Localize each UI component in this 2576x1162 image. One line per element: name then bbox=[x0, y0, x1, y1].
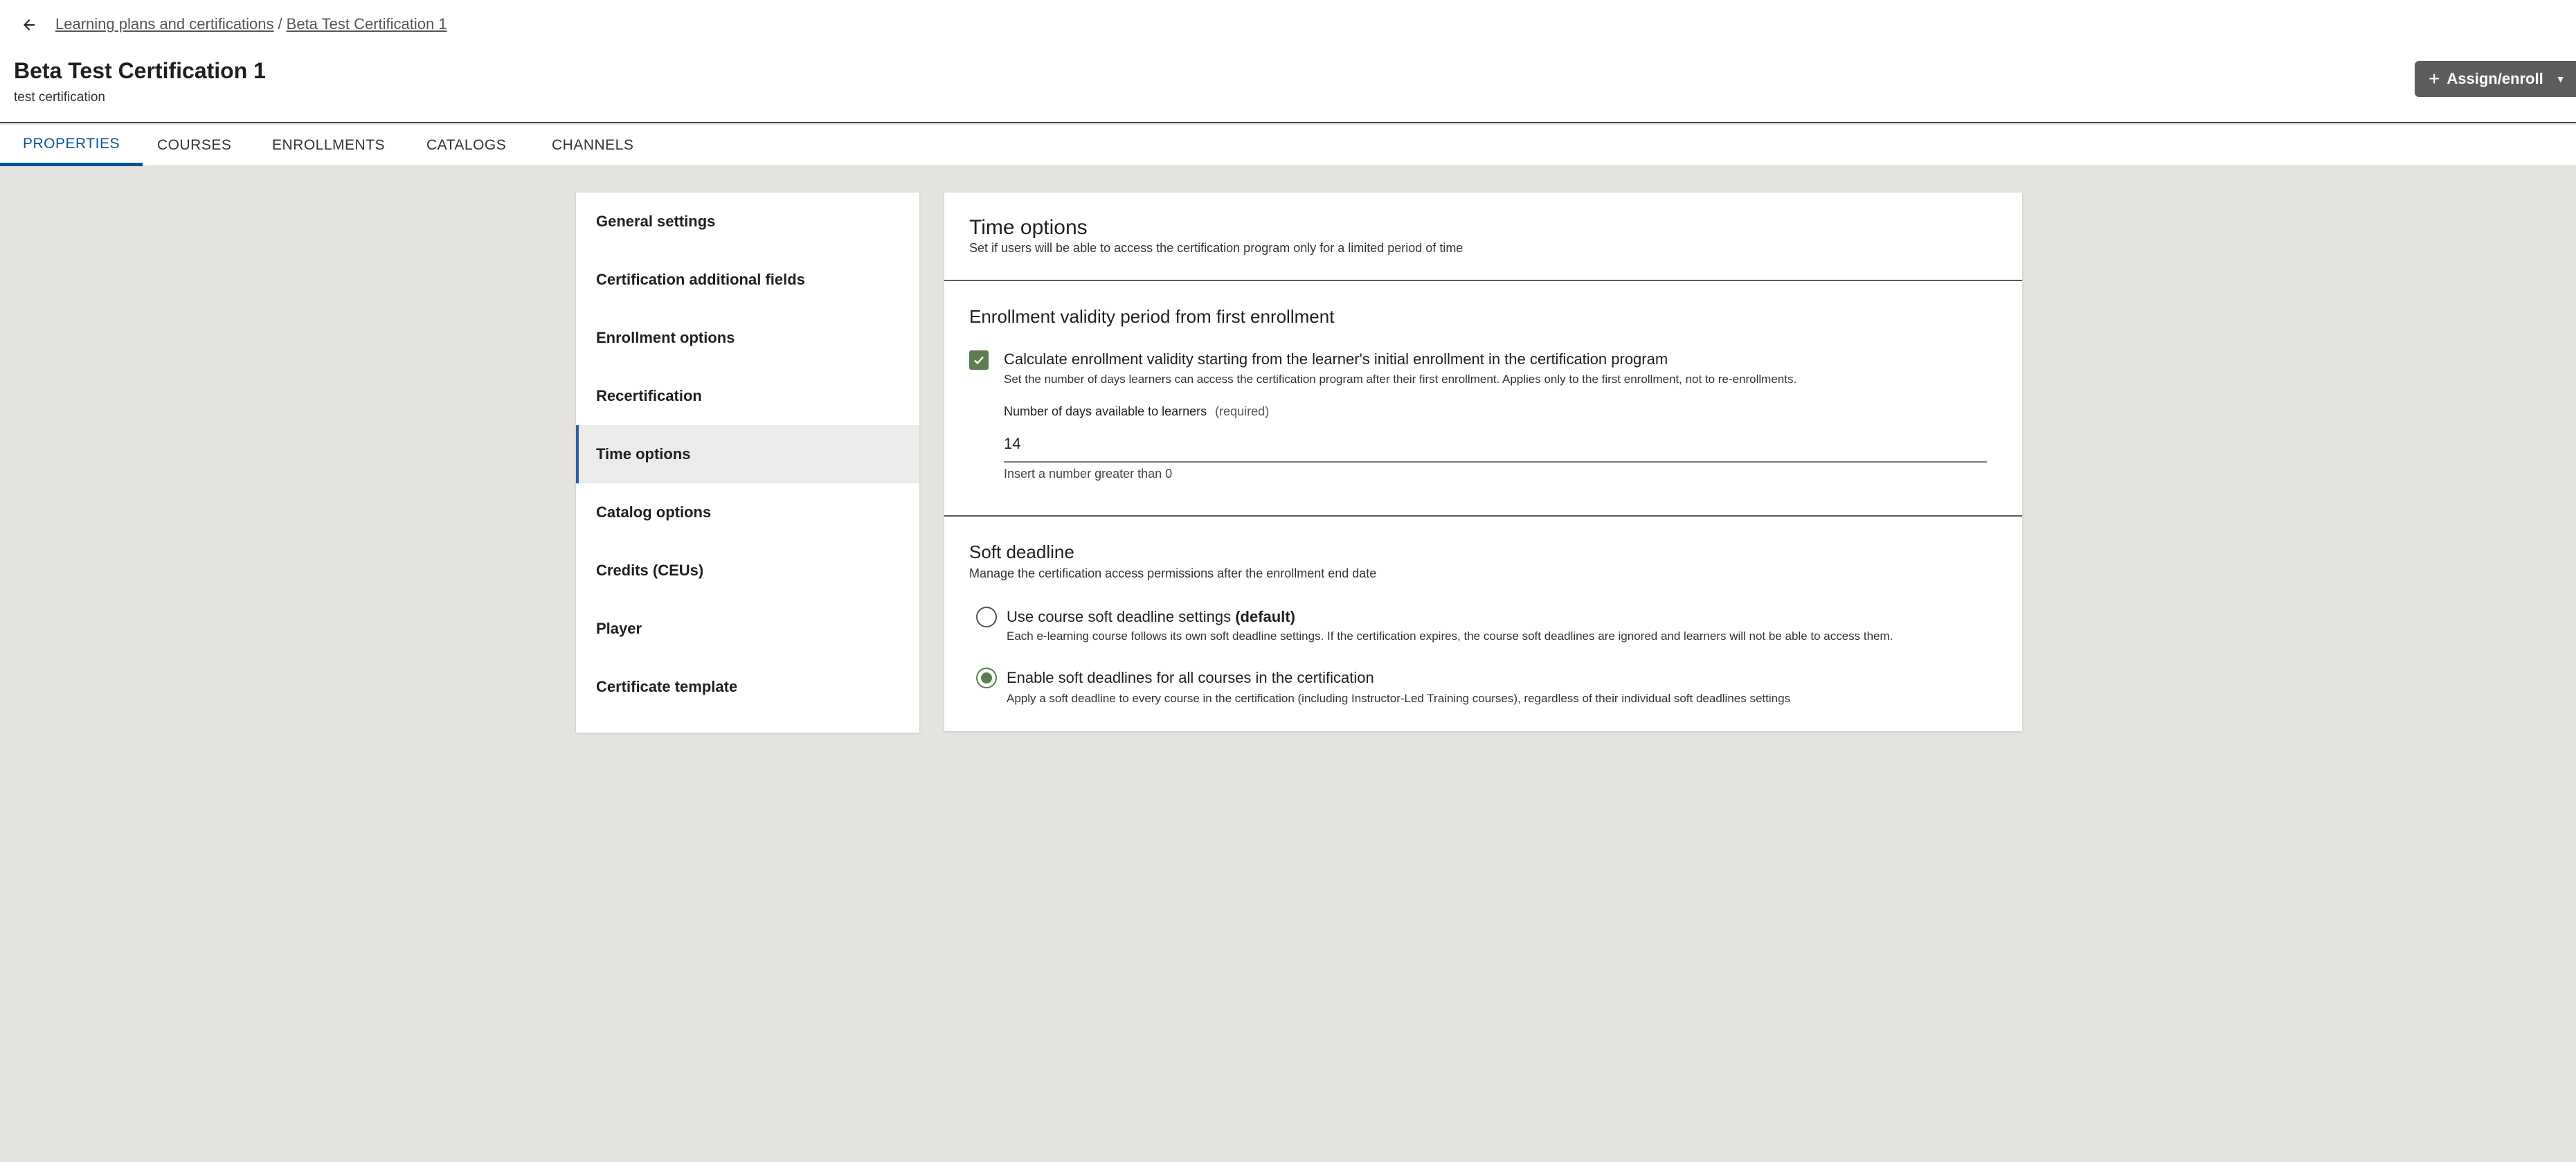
nav-item-additional-fields[interactable]: Certification additional fields bbox=[576, 251, 919, 309]
radio-option1-desc: Each e-learning course follows its own s… bbox=[1007, 629, 1893, 643]
soft-deadline-subtitle: Manage the certification access permissi… bbox=[969, 566, 1377, 580]
nav-item-player[interactable]: Player bbox=[576, 600, 919, 658]
radio-option1-suffix: (default) bbox=[1235, 608, 1295, 625]
radio-selected-dot bbox=[981, 672, 992, 683]
radio-course-soft-deadline[interactable] bbox=[976, 607, 997, 627]
caret-down-icon: ▼ bbox=[2555, 73, 2566, 84]
required-marker: (required) bbox=[1215, 404, 1270, 418]
page-header: Learning plans and certifications / Beta T… bbox=[0, 0, 2576, 123]
nav-item-recertification[interactable]: Recertification bbox=[576, 367, 919, 425]
plus-icon: + bbox=[2429, 68, 2440, 89]
breadcrumb-separator: / bbox=[278, 15, 282, 33]
validity-checkbox-label: Calculate enrollment validity starting f… bbox=[1004, 350, 1668, 368]
validity-checkbox[interactable] bbox=[969, 350, 989, 370]
page-subtitle: test certification bbox=[14, 90, 105, 105]
radio-option2-label: Enable soft deadlines for all courses in… bbox=[1007, 669, 1374, 686]
radio-option1-label: Use course soft deadline settings (defau… bbox=[1007, 608, 1295, 626]
radio-enable-soft-deadlines[interactable] bbox=[976, 668, 997, 688]
panel-subtitle: Set if users will be able to access the … bbox=[969, 241, 1463, 255]
tab-enrollments[interactable]: ENROLLMENTS bbox=[249, 125, 408, 166]
breadcrumb: Learning plans and certifications / Beta T… bbox=[55, 15, 447, 33]
assign-enroll-button[interactable]: + Assign/enroll ▼ bbox=[2415, 61, 2576, 97]
nav-item-time-options[interactable]: Time options bbox=[576, 425, 919, 483]
tab-bar: PROPERTIES COURSES ENROLLMENTS CATALOGS … bbox=[0, 125, 2576, 166]
nav-item-enrollment-options[interactable]: Enrollment options bbox=[576, 309, 919, 367]
tab-channels[interactable]: CHANNELS bbox=[529, 125, 656, 166]
settings-nav: General settings Certification additiona… bbox=[576, 193, 919, 733]
panel-title: Time options bbox=[969, 216, 1088, 239]
validity-heading: Enrollment validity period from first en… bbox=[969, 306, 1335, 327]
tab-properties[interactable]: PROPERTIES bbox=[0, 125, 143, 166]
nav-item-catalog-options[interactable]: Catalog options bbox=[576, 483, 919, 542]
radio-option2-desc: Apply a soft deadline to every course in… bbox=[1007, 692, 1791, 705]
arrow-left-icon bbox=[24, 19, 35, 30]
validity-checkbox-desc: Set the number of days learners can acce… bbox=[1004, 373, 1797, 386]
panel-header-section: Time options Set if users will be able t… bbox=[944, 193, 2022, 281]
days-input[interactable] bbox=[1004, 427, 1987, 463]
days-field-hint: Insert a number greater than 0 bbox=[1004, 467, 1173, 481]
soft-deadline-heading: Soft deadline bbox=[969, 542, 1074, 562]
time-options-panel: Time options Set if users will be able t… bbox=[944, 193, 2022, 731]
page-title: Beta Test Certification 1 bbox=[14, 58, 266, 83]
checkmark-icon bbox=[974, 356, 984, 365]
breadcrumb-current-link[interactable]: Beta Test Certification 1 bbox=[287, 15, 447, 33]
soft-deadline-section: Soft deadline Manage the certification a… bbox=[944, 517, 2022, 731]
tab-catalogs[interactable]: CATALOGS bbox=[404, 125, 529, 166]
radio-option1-text: Use course soft deadline settings bbox=[1007, 608, 1232, 625]
back-button[interactable] bbox=[17, 12, 42, 37]
days-field-label: Number of days available to learners (req… bbox=[1004, 404, 1269, 419]
validity-section: Enrollment validity period from first en… bbox=[944, 281, 2022, 517]
tab-courses[interactable]: COURSES bbox=[134, 125, 254, 166]
days-field-label-text: Number of days available to learners bbox=[1004, 404, 1207, 418]
nav-item-general-settings[interactable]: General settings bbox=[576, 193, 919, 251]
assign-enroll-label: Assign/enroll bbox=[2447, 70, 2543, 87]
breadcrumb-parent-link[interactable]: Learning plans and certifications bbox=[55, 15, 274, 33]
nav-item-certificate-template[interactable]: Certificate template bbox=[576, 658, 919, 716]
nav-item-credits[interactable]: Credits (CEUs) bbox=[576, 542, 919, 600]
